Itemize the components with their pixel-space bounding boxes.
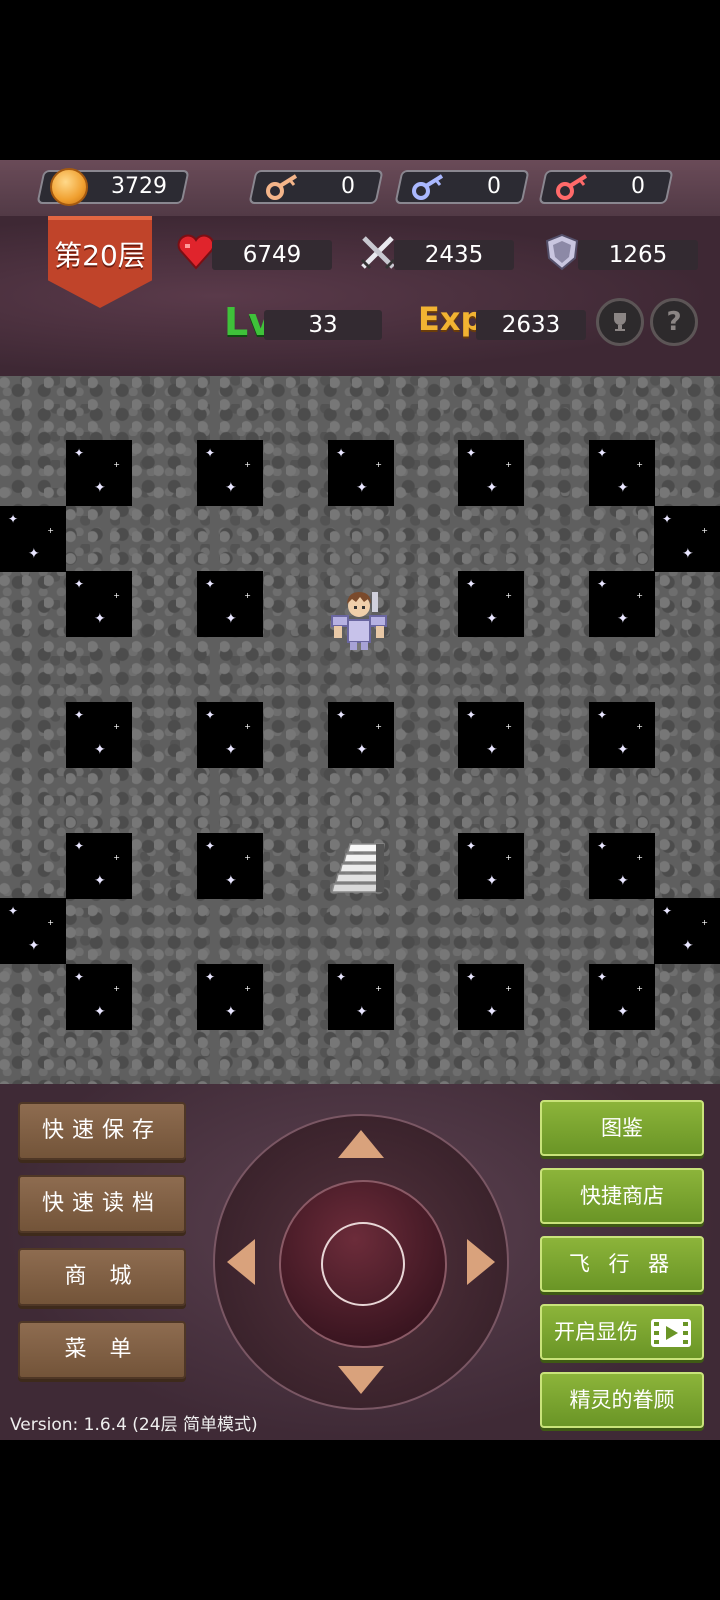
dungeon-map[interactable]: + + + + + + + + + + + + + + + + + + + + … xyxy=(0,376,720,1084)
shield-icon xyxy=(545,233,579,271)
control-panel: 快速保存 快速读档 商 城 菜 单 图鉴 快捷商店 飞 行 器 开启显伤 精灵的… xyxy=(0,1084,720,1440)
starry-void-tile: + xyxy=(0,898,66,964)
red-key-icon xyxy=(556,174,588,200)
stairs-down-icon[interactable] xyxy=(326,832,392,898)
arrow-right-icon[interactable] xyxy=(467,1239,495,1285)
level-value: 33 xyxy=(308,312,338,338)
blue-key-value: 0 xyxy=(487,174,501,199)
yellow-key-value: 0 xyxy=(341,174,355,199)
starry-void-tile: + xyxy=(654,506,720,572)
attack-stat: 2435 xyxy=(394,240,514,270)
crossed-swords-icon xyxy=(360,236,396,270)
starry-void-tile: + xyxy=(589,440,655,506)
starry-void-tile: + xyxy=(197,833,263,899)
starry-void-tile: + xyxy=(458,964,524,1030)
starry-void-tile: + xyxy=(589,702,655,768)
floor-label: 第20层 xyxy=(54,239,146,272)
dpad-joystick[interactable] xyxy=(279,1180,447,1348)
arrow-left-icon[interactable] xyxy=(227,1239,255,1285)
starry-void-tile: + xyxy=(66,571,132,637)
blue-key-counter: 0 xyxy=(394,170,530,204)
starry-void-tile: + xyxy=(197,571,263,637)
floor-badge: 第20层 xyxy=(48,216,152,308)
menu-button[interactable]: 菜 单 xyxy=(18,1321,186,1379)
blue-key-icon xyxy=(412,174,444,200)
game-screen: 3729 0 0 0 第20层 6749 2435 1265 Lv 33 Exp… xyxy=(0,160,720,1440)
level-stat: 33 xyxy=(264,310,382,340)
gold-value: 3729 xyxy=(111,174,167,199)
exp-label: Exp xyxy=(418,300,484,338)
starry-void-tile: + xyxy=(589,571,655,637)
defense-stat: 1265 xyxy=(578,240,698,270)
monster-book-button[interactable]: 图鉴 xyxy=(540,1100,704,1156)
status-panel: 第20层 6749 2435 1265 Lv 33 Exp 2633 ? xyxy=(0,216,720,376)
direction-pad xyxy=(213,1114,509,1410)
version-text: Version: 1.6.4 (24层 简单模式) xyxy=(10,1415,258,1435)
heart-icon xyxy=(177,234,215,270)
help-icon: ? xyxy=(666,307,682,337)
hp-value: 6749 xyxy=(242,242,302,268)
starry-void-tile: + xyxy=(197,440,263,506)
starry-void-tile: + xyxy=(0,506,66,572)
dpad-center-ring xyxy=(321,1222,405,1306)
starry-void-tile: + xyxy=(197,964,263,1030)
yellow-key-icon xyxy=(266,174,298,200)
defense-value: 1265 xyxy=(608,242,668,268)
starry-void-tile: + xyxy=(328,964,394,1030)
starry-void-tile: + xyxy=(458,833,524,899)
quick-load-button[interactable]: 快速读档 xyxy=(18,1175,186,1233)
starry-void-tile: + xyxy=(589,964,655,1030)
starry-void-tile: + xyxy=(66,440,132,506)
hp-stat: 6749 xyxy=(212,240,332,270)
exp-stat: 2633 xyxy=(476,310,586,340)
resource-bar: 3729 0 0 0 xyxy=(0,160,720,218)
arrow-up-icon[interactable] xyxy=(338,1130,384,1158)
trophy-button[interactable] xyxy=(596,298,644,346)
quick-save-button[interactable]: 快速保存 xyxy=(18,1102,186,1160)
starry-void-tile: + xyxy=(66,964,132,1030)
exp-value: 2633 xyxy=(501,312,561,338)
starry-void-tile: + xyxy=(197,702,263,768)
fairy-favor-button[interactable]: 精灵的眷顾 xyxy=(540,1372,704,1428)
attack-value: 2435 xyxy=(424,242,484,268)
fly-button[interactable]: 飞 行 器 xyxy=(540,1236,704,1292)
gold-counter: 3729 xyxy=(36,168,190,206)
starry-void-tile: + xyxy=(458,571,524,637)
show-damage-button[interactable]: 开启显伤 xyxy=(540,1304,704,1360)
trophy-icon xyxy=(614,313,626,331)
starry-void-tile: + xyxy=(328,702,394,768)
video-ad-icon xyxy=(651,1319,691,1347)
hero-knight-sprite xyxy=(331,592,387,650)
quick-shop-button[interactable]: 快捷商店 xyxy=(540,1168,704,1224)
help-button[interactable]: ? xyxy=(650,298,698,346)
starry-void-tile: + xyxy=(66,833,132,899)
starry-void-tile: + xyxy=(589,833,655,899)
red-key-value: 0 xyxy=(631,174,645,199)
yellow-key-counter: 0 xyxy=(248,170,384,204)
starry-void-tile: + xyxy=(458,440,524,506)
show-damage-label: 开启显伤 xyxy=(554,1320,638,1344)
starry-void-tile: + xyxy=(328,440,394,506)
shop-button[interactable]: 商 城 xyxy=(18,1248,186,1306)
starry-void-tile: + xyxy=(66,702,132,768)
starry-void-tile: + xyxy=(458,702,524,768)
arrow-down-icon[interactable] xyxy=(338,1366,384,1394)
red-key-counter: 0 xyxy=(538,170,674,204)
gold-coin-icon xyxy=(50,168,88,206)
starry-void-tile: + xyxy=(654,898,720,964)
